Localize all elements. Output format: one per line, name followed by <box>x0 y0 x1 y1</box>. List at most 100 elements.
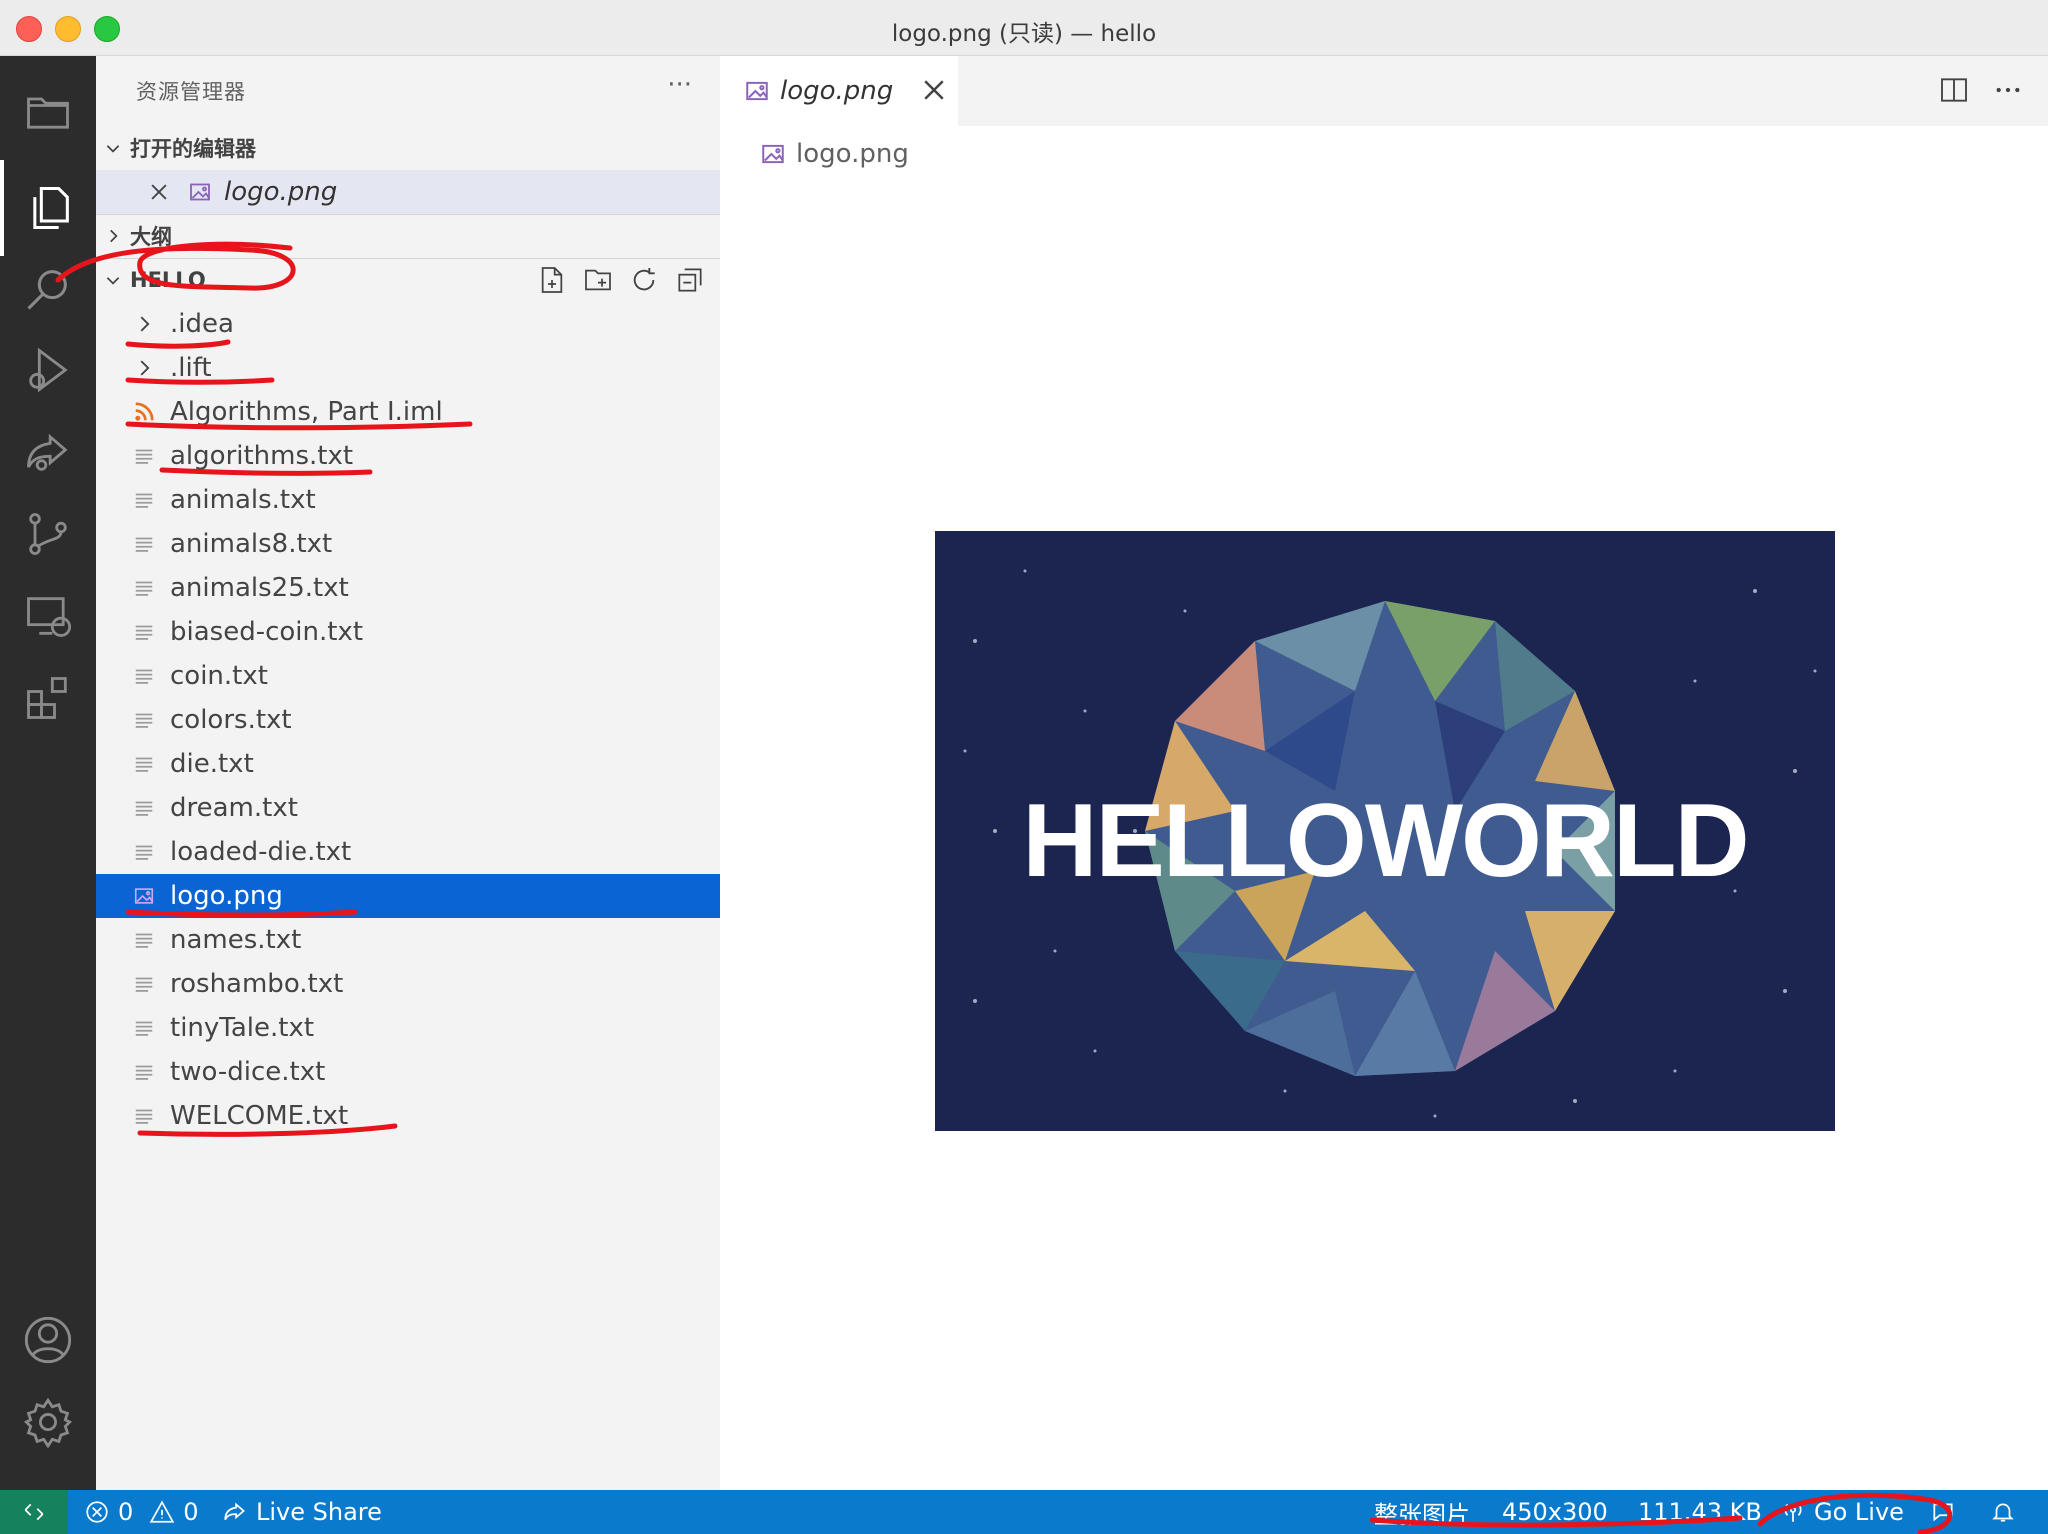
file-tree-item-label: Algorithms, Part I.iml <box>170 397 443 427</box>
image-dimensions: 450x300 <box>1502 1498 1608 1526</box>
file-tree-item-label: WELCOME.txt <box>170 1101 349 1131</box>
text-file-icon <box>132 664 156 688</box>
file-tree-item-label: algorithms.txt <box>170 441 354 471</box>
file-tree-item-label: names.txt <box>170 925 302 955</box>
refresh-icon[interactable] <box>628 264 660 296</box>
tab-label: logo.png <box>780 76 894 106</box>
new-file-icon[interactable] <box>536 264 568 296</box>
file-tree-item[interactable]: names.txt <box>96 918 720 962</box>
tabs-bar: logo.png <box>720 56 2048 126</box>
image-text: HELLOWORLD <box>1022 783 1747 899</box>
open-editor-item[interactable]: logo.png <box>96 170 720 214</box>
file-tree-item[interactable]: colors.txt <box>96 698 720 742</box>
chevron-down-icon <box>96 271 130 289</box>
extensions-icon[interactable] <box>0 650 96 746</box>
go-live-button[interactable]: Go Live <box>1780 1490 1904 1534</box>
editor-area: logo.png logo.png HELLOWORLD <box>720 56 2048 1490</box>
explorer-more-button[interactable]: ··· <box>667 70 692 100</box>
image-file-icon <box>188 180 212 204</box>
file-tree-item[interactable]: Algorithms, Part I.iml <box>96 390 720 434</box>
text-file-icon <box>132 840 156 864</box>
collapse-all-icon[interactable] <box>674 264 706 296</box>
helloworld-logo-image: HELLOWORLD <box>935 531 1835 1131</box>
image-file-icon <box>746 81 768 101</box>
text-file-icon <box>132 488 156 512</box>
file-tree-item[interactable]: coin.txt <box>96 654 720 698</box>
explorer-title: 资源管理器 <box>136 80 246 104</box>
zoom-status-button[interactable]: 整张图片 <box>1374 1490 1470 1534</box>
more-actions-icon[interactable] <box>1992 74 2024 106</box>
file-tree-item[interactable]: .idea <box>96 302 720 346</box>
file-tree-item-label: tinyTale.txt <box>170 1013 315 1043</box>
outline-label: 大纲 <box>130 225 172 249</box>
file-tree-item-label: colors.txt <box>170 705 292 735</box>
image-file-icon <box>762 144 784 164</box>
file-tree-item[interactable]: animals25.txt <box>96 566 720 610</box>
title-bar: logo.png (只读) — hello <box>0 0 2048 56</box>
split-editor-icon[interactable] <box>1938 74 1970 106</box>
image-file-icon <box>132 884 156 908</box>
problems-indicator[interactable]: 0 0 <box>84 1490 199 1534</box>
image-size: 111.43 KB <box>1638 1498 1762 1526</box>
status-bar: 0 0 Live Share 整张图片 450x300 111.43 KB Go… <box>0 1490 2048 1534</box>
text-file-icon <box>132 1060 156 1084</box>
remote-icon <box>24 1503 44 1521</box>
folder-section[interactable]: HELLO <box>96 258 720 302</box>
go-live-label: Go Live <box>1814 1498 1904 1526</box>
text-file-icon <box>132 1104 156 1128</box>
file-tree-item[interactable]: tinyTale.txt <box>96 1006 720 1050</box>
live-share-label: Live Share <box>256 1498 382 1526</box>
text-file-icon <box>132 532 156 556</box>
tab-logo-png[interactable]: logo.png <box>720 56 958 126</box>
feedback-icon <box>1933 1503 1953 1522</box>
image-preview[interactable]: HELLOWORLD <box>935 531 1835 1131</box>
warning-icon <box>149 1500 175 1523</box>
live-share-status-button[interactable]: Live Share <box>222 1490 382 1534</box>
file-tree-item[interactable]: biased-coin.txt <box>96 610 720 654</box>
live-share-icon <box>224 1502 245 1521</box>
file-tree-item[interactable]: animals.txt <box>96 478 720 522</box>
bell-icon <box>1992 1503 2014 1522</box>
chevron-down-icon <box>96 139 130 157</box>
file-tree-item-label: .lift <box>170 353 212 383</box>
breadcrumb[interactable]: logo.png <box>760 132 909 176</box>
open-editors-section[interactable]: 打开的编辑器 <box>96 126 720 170</box>
broadcast-icon <box>1784 1503 1802 1522</box>
file-tree-item[interactable]: roshambo.txt <box>96 962 720 1006</box>
file-tree-item[interactable]: logo.png <box>96 874 720 918</box>
file-tree-item[interactable]: die.txt <box>96 742 720 786</box>
new-folder-icon[interactable] <box>582 264 614 296</box>
explorer-sidebar: 资源管理器 ··· 打开的编辑器 logo.png 大纲 HELLO .idea… <box>96 56 720 1490</box>
file-tree-item-label: coin.txt <box>170 661 268 691</box>
file-tree-item[interactable]: .lift <box>96 346 720 390</box>
file-tree-item[interactable]: dream.txt <box>96 786 720 830</box>
text-file-icon <box>132 972 156 996</box>
window-title: logo.png (只读) — hello <box>891 21 1157 47</box>
editor-actions <box>1938 74 2024 106</box>
file-tree-item-label: biased-coin.txt <box>170 617 364 647</box>
errors-count: 0 <box>118 1498 134 1526</box>
settings-gear-icon[interactable] <box>0 1374 96 1470</box>
file-tree-item-label: .idea <box>170 309 234 339</box>
close-icon[interactable] <box>148 181 176 203</box>
file-tree-item[interactable]: WELCOME.txt <box>96 1094 720 1138</box>
file-tree-item[interactable]: two-dice.txt <box>96 1050 720 1094</box>
file-tree-item-label: dream.txt <box>170 793 298 823</box>
file-tree-item-label: animals25.txt <box>170 573 349 603</box>
text-file-icon <box>132 752 156 776</box>
outline-section[interactable]: 大纲 <box>96 214 720 258</box>
feedback-button[interactable] <box>1930 1490 1956 1534</box>
file-tree-item[interactable]: loaded-die.txt <box>96 830 720 874</box>
close-icon[interactable] <box>920 76 948 104</box>
file-tree-item[interactable]: animals8.txt <box>96 522 720 566</box>
file-tree-item-label: animals.txt <box>170 485 316 515</box>
rss-file-icon <box>132 400 156 424</box>
chevron-right-icon <box>132 356 156 380</box>
file-tree-item-label: loaded-die.txt <box>170 837 352 867</box>
chevron-right-icon <box>132 312 156 336</box>
file-tree-item[interactable]: algorithms.txt <box>96 434 720 478</box>
remote-indicator-button[interactable] <box>0 1490 68 1534</box>
notifications-button[interactable] <box>1990 1490 2016 1534</box>
explorer-icon[interactable] <box>0 64 96 160</box>
file-tree-item-label: two-dice.txt <box>170 1057 326 1087</box>
